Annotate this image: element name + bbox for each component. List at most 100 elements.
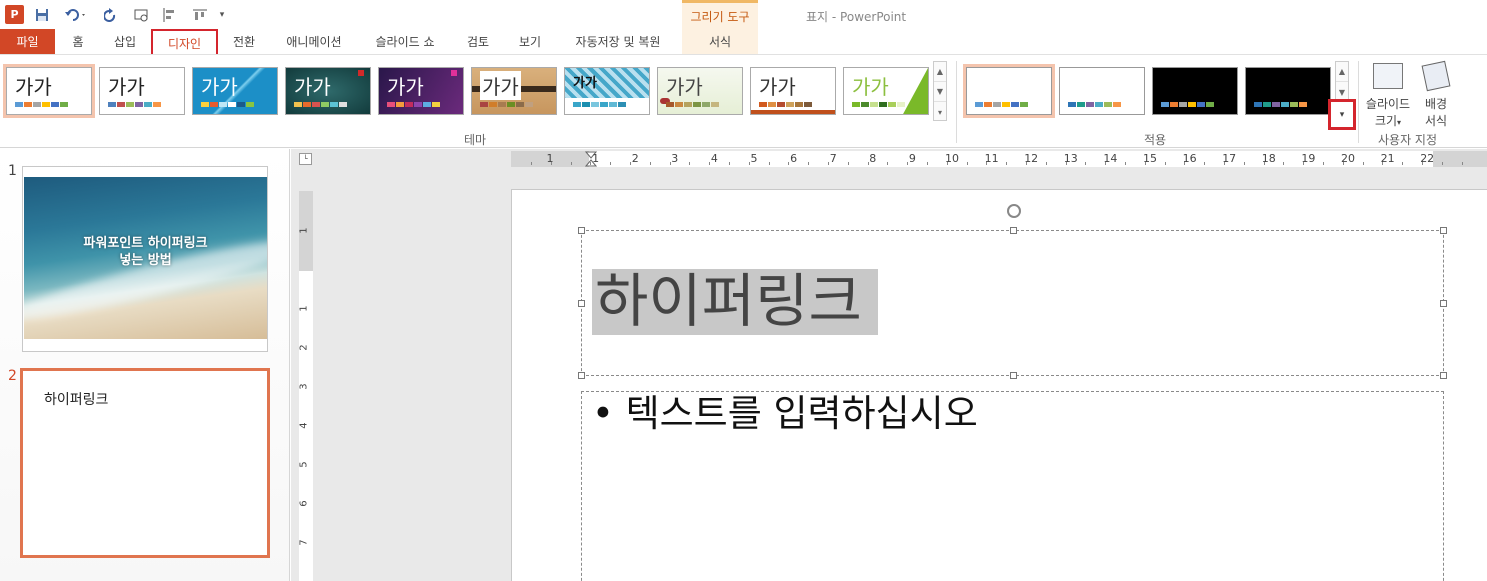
theme-7[interactable]: 가가 xyxy=(564,67,650,115)
drawing-tools-label: 그리기 도구 xyxy=(690,10,750,24)
ruler-tick xyxy=(1105,162,1107,165)
ruler-tick xyxy=(828,162,829,165)
ruler-tick xyxy=(1204,162,1206,165)
tab-slideshow[interactable]: 슬라이드 쇼 xyxy=(364,29,446,54)
variant-1[interactable] xyxy=(963,64,1055,118)
resize-handle[interactable] xyxy=(578,227,585,234)
ruler-label: 2 xyxy=(631,152,639,165)
title-bar: P ▾ 그리기 도구 표지 - PowerPoint xyxy=(0,0,1487,29)
slide-number: 2 xyxy=(8,368,17,384)
ruler-tick xyxy=(709,162,711,165)
tab-autosave[interactable]: 자동저장 및 복원 xyxy=(562,29,674,54)
ruler-tick xyxy=(531,162,532,165)
resize-handle[interactable] xyxy=(1010,227,1017,234)
ruler-tick xyxy=(1125,162,1126,165)
scroll-up-icon[interactable]: ▲ xyxy=(1336,62,1348,82)
theme-2[interactable]: 가가 xyxy=(99,67,185,115)
format-background-button[interactable]: 배경 서식 xyxy=(1410,60,1462,131)
ruler-label: 1 xyxy=(298,305,310,312)
ruler-tick xyxy=(689,162,691,165)
drawing-tools-header: 그리기 도구 xyxy=(682,0,758,29)
align-icon[interactable] xyxy=(160,6,178,24)
content-placeholder[interactable]: • 텍스트를 입력하십시오 xyxy=(581,391,1444,581)
powerpoint-logo-icon[interactable]: P xyxy=(5,5,24,24)
tab-file[interactable]: 파일 xyxy=(0,29,55,54)
ribbon-tabs: 파일 홈 삽입 디자인 전환 애니메이션 슬라이드 쇼 검토 보기 자동저장 및… xyxy=(0,29,1487,57)
ruler-label: 7 xyxy=(298,539,310,546)
theme-4[interactable]: 가가 xyxy=(285,67,371,115)
ruler-tick xyxy=(1164,162,1166,165)
variant-3[interactable] xyxy=(1152,67,1238,115)
save-icon[interactable] xyxy=(33,6,51,24)
tab-format[interactable]: 서식 xyxy=(682,29,758,54)
slide-title-text[interactable]: 하이퍼링크 xyxy=(592,269,878,335)
vertical-ruler[interactable]: 1 1 2 3 4 5 6 7 xyxy=(299,191,313,581)
more-themes-icon[interactable]: ▾ xyxy=(934,102,946,122)
slideshow-icon[interactable] xyxy=(131,6,151,24)
resize-handle[interactable] xyxy=(578,372,585,379)
slide-size-button[interactable]: 슬라이드 크기▾ xyxy=(1360,61,1416,131)
ruler-tick xyxy=(550,162,552,165)
ruler-tick xyxy=(907,162,909,165)
variant-4[interactable] xyxy=(1245,67,1331,115)
slide-thumbnail-2[interactable]: 하이퍼링크 xyxy=(20,368,270,558)
format-background-icon xyxy=(1421,60,1451,92)
ruler-label: 9 xyxy=(908,152,916,165)
variants-scroll[interactable]: ▲ ▼ xyxy=(1335,61,1349,103)
resize-handle[interactable] xyxy=(1440,372,1447,379)
ruler-tick xyxy=(590,162,592,165)
theme-3[interactable]: 가가 xyxy=(192,67,278,115)
scroll-down-icon[interactable]: ▼ xyxy=(934,82,946,102)
ruler-tick xyxy=(1045,162,1047,165)
slide-canvas[interactable]: 하이퍼링크 • 텍스트를 입력하십시오 xyxy=(511,189,1487,581)
ruler-tick xyxy=(887,162,889,165)
slide-number: 1 xyxy=(8,163,17,179)
window-title: 표지 - PowerPoint xyxy=(806,10,907,24)
themes-scroll[interactable]: ▲ ▼ ▾ xyxy=(933,61,947,121)
bullet: • xyxy=(592,392,614,435)
group-separator xyxy=(1358,61,1359,143)
tab-design[interactable]: 디자인 xyxy=(151,29,218,57)
ruler-tick xyxy=(729,162,730,165)
tab-stop-selector[interactable]: └ xyxy=(299,153,312,165)
slide-thumbnail-1[interactable]: 파워포인트 하이퍼링크 넣는 방법 xyxy=(22,166,268,352)
theme-office[interactable]: 가가 xyxy=(3,64,95,118)
ruler-tick xyxy=(1402,162,1404,165)
tab-transitions[interactable]: 전환 xyxy=(224,29,264,54)
horizontal-ruler[interactable]: 1 1 2 3 4 5 6 7 8 9 10 11 12 13 14 15 16 17 18 19 20 21 22 xyxy=(511,151,1487,167)
theme-10[interactable]: 가가 xyxy=(843,67,929,115)
ruler-tick xyxy=(808,162,810,165)
resize-handle[interactable] xyxy=(578,300,585,307)
theme-5[interactable]: 가가 xyxy=(378,67,464,115)
tab-review[interactable]: 검토 xyxy=(458,29,498,54)
theme-8[interactable]: 가가 xyxy=(657,67,743,115)
theme-9[interactable]: 가가 xyxy=(750,67,836,115)
ruler-tick xyxy=(1006,162,1008,165)
ruler-tick xyxy=(669,162,671,165)
ruler-label: 8 xyxy=(869,152,877,165)
body-text[interactable]: • 텍스트를 입력하십시오 xyxy=(592,394,978,434)
tab-animations[interactable]: 애니메이션 xyxy=(276,29,352,54)
resize-handle[interactable] xyxy=(1440,227,1447,234)
format-background-label: 배경 xyxy=(1424,97,1448,111)
resize-handle[interactable] xyxy=(1010,372,1017,379)
ruler-tick xyxy=(1323,162,1324,165)
ruler-tick xyxy=(1184,162,1186,165)
resize-handle[interactable] xyxy=(1440,300,1447,307)
redo-icon[interactable] xyxy=(102,6,120,24)
scroll-up-icon[interactable]: ▲ xyxy=(934,62,946,82)
arrange-icon[interactable] xyxy=(190,6,210,24)
ruler-tick xyxy=(927,162,928,165)
variants-more-button[interactable]: ▾ xyxy=(1328,99,1356,130)
ruler-tick xyxy=(1422,162,1423,165)
variant-2[interactable] xyxy=(1059,67,1145,115)
customize-icon[interactable]: ▾ xyxy=(216,6,228,24)
thumb-title-line1: 파워포인트 하이퍼링크 xyxy=(83,236,208,251)
rotate-handle[interactable] xyxy=(1007,204,1021,218)
undo-icon[interactable] xyxy=(62,6,90,24)
tab-view[interactable]: 보기 xyxy=(510,29,550,54)
tab-insert[interactable]: 삽입 xyxy=(104,29,146,54)
title-placeholder[interactable]: 하이퍼링크 xyxy=(578,227,1447,379)
tab-home[interactable]: 홈 xyxy=(62,29,94,54)
theme-6[interactable]: 가가 xyxy=(471,67,557,115)
